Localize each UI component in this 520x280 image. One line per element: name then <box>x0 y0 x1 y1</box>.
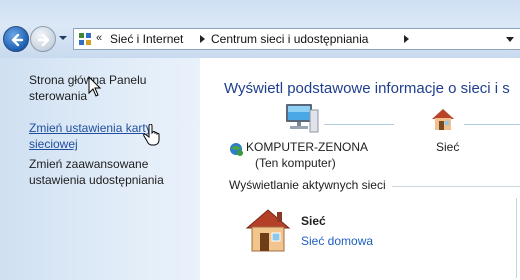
back-button[interactable] <box>3 26 29 52</box>
page-title: Wyświetl podstawowe informacje o sieci i… <box>224 80 510 97</box>
link-line: sterowania <box>29 89 88 103</box>
overflow-chevron[interactable]: « <box>96 32 102 44</box>
computer-subtitle-label: (Ten komputer) <box>255 156 336 170</box>
arrow-right-icon <box>37 33 50 47</box>
connection-line <box>464 124 520 125</box>
arrow-cursor-icon <box>88 76 102 97</box>
computer-name-label: KOMPUTER-ZENONA <box>246 140 369 154</box>
address-dropdown-icon[interactable] <box>506 37 514 42</box>
change-advanced-sharing-link[interactable]: Zmień zaawansowane ustawienia udostępnia… <box>29 156 189 188</box>
forward-button[interactable] <box>30 26 56 52</box>
navigation-bar: « Sieć i Internet Centrum sieci i udostę… <box>0 0 520 58</box>
breadcrumb-separator-icon[interactable] <box>404 35 409 43</box>
control-panel-home-link[interactable]: Strona główna Panelu sterowania <box>29 72 189 104</box>
link-line: Strona główna Panelu <box>29 73 147 87</box>
link-line: ustawienia udostępniania <box>29 173 164 187</box>
active-networks-header: Wyświetlanie aktywnych sieci <box>229 178 392 192</box>
recent-pages-dropdown-icon[interactable] <box>58 34 68 42</box>
address-bar[interactable]: « Sieć i Internet Centrum sieci i udostę… <box>73 28 520 50</box>
main-content: Wyświetl podstawowe informacje o sieci i… <box>200 58 520 280</box>
link-line: Zmień zaawansowane <box>29 157 149 171</box>
breadcrumb-network-internet[interactable]: Sieć i Internet <box>110 32 183 46</box>
network-node-label: Sieć <box>436 140 460 154</box>
breadcrumb-separator-icon[interactable] <box>200 35 205 43</box>
network-type-link[interactable]: Sieć domowa <box>301 234 373 248</box>
change-adapter-settings-link[interactable]: Zmień ustawienia karty sieciowej <box>29 120 189 152</box>
connection-line <box>324 124 394 125</box>
details-divider <box>516 198 517 278</box>
link-line: Zmień ustawienia karty <box>29 121 152 135</box>
control-panel-icon <box>79 33 91 45</box>
network-globe-icon <box>230 143 243 156</box>
home-network-icon <box>245 209 291 252</box>
active-network-name: Sieć <box>301 214 326 228</box>
arrow-left-icon <box>11 33 24 47</box>
network-house-icon <box>432 109 454 130</box>
computer-icon <box>286 104 319 133</box>
hand-cursor-icon <box>143 124 160 146</box>
breadcrumb-network-center[interactable]: Centrum sieci i udostępniania <box>211 32 368 46</box>
link-line: sieciowej <box>29 137 78 151</box>
